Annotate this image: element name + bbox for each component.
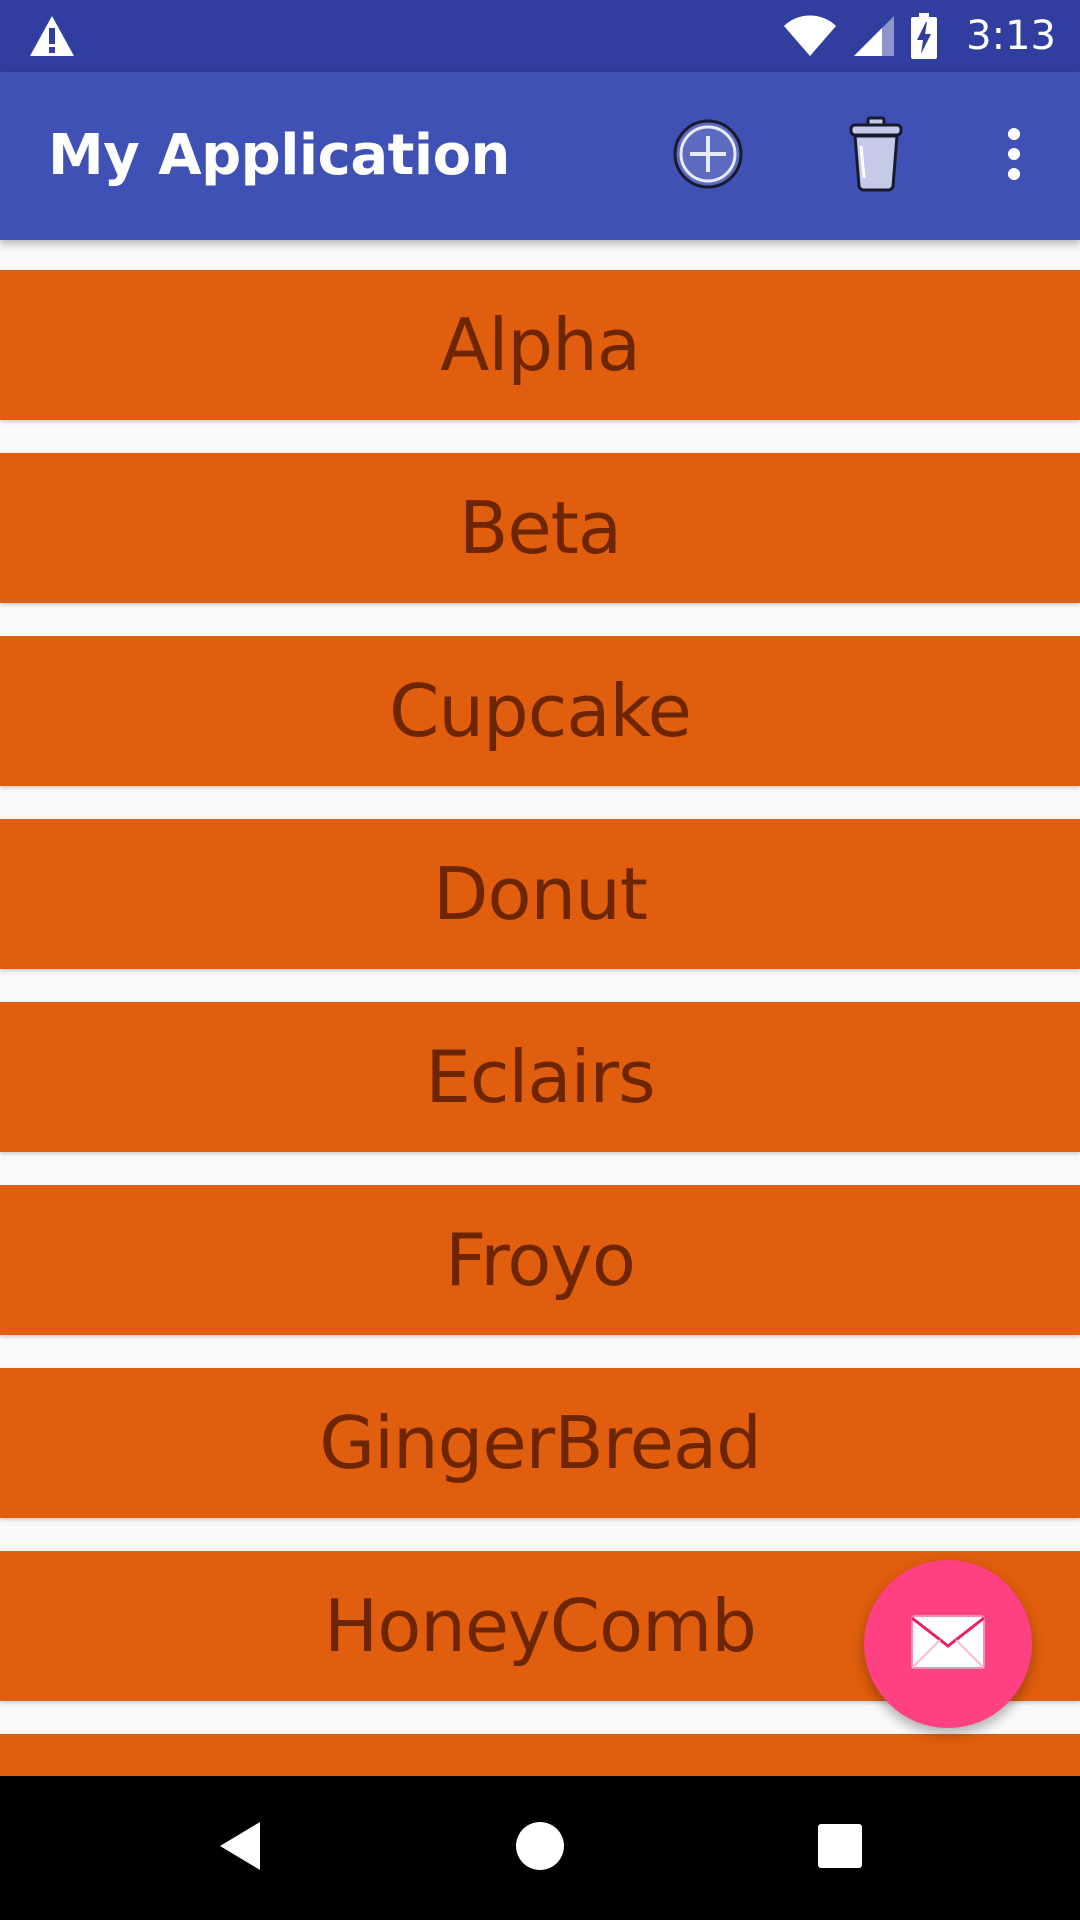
back-icon [216,1820,264,1876]
status-icons: 3:13 [782,0,1056,72]
list-item-label: Beta [458,486,622,570]
list-item[interactable]: Eclairs [0,1002,1080,1152]
back-button[interactable] [190,1798,290,1898]
mail-icon [910,1614,986,1674]
list-item-label: Froyo [445,1218,636,1302]
list-item[interactable]: Donut [0,819,1080,969]
warning-icon [28,14,76,58]
list-item[interactable]: GingerBread [0,1368,1080,1518]
app-title: My Application [48,123,510,188]
app-bar: My Application [0,72,1080,240]
list-item[interactable]: Cupcake [0,636,1080,786]
recents-icon [817,1823,863,1873]
home-icon [514,1820,566,1876]
status-bar: 3:13 [0,0,1080,72]
battery-charging-icon [910,13,938,59]
overflow-menu-button[interactable] [964,106,1064,206]
list-item-label: HoneyComb [324,1584,757,1668]
more-vert-icon [1004,126,1024,186]
add-button[interactable] [658,106,758,206]
compose-mail-fab[interactable] [864,1560,1032,1728]
list-item[interactable]: Alpha [0,270,1080,420]
wifi-icon [782,14,838,58]
item-list[interactable]: Alpha Beta Cupcake Donut Eclairs Froyo G… [0,240,1080,1776]
list-item[interactable] [0,1734,1080,1776]
add-circle-icon [672,118,744,194]
list-item[interactable]: Beta [0,453,1080,603]
recents-button[interactable] [790,1798,890,1898]
cellular-signal-icon [852,14,896,58]
list-item-label: GingerBread [319,1401,762,1485]
list-item[interactable]: Froyo [0,1185,1080,1335]
list-item-label: Alpha [440,303,641,387]
trash-icon [848,116,904,196]
status-time: 3:13 [966,13,1056,59]
home-button[interactable] [490,1798,590,1898]
navigation-bar [0,1776,1080,1920]
list-item-label: Donut [433,852,648,936]
list-item-label: Cupcake [389,669,692,753]
list-item-label: Eclairs [425,1035,655,1119]
delete-button[interactable] [826,106,926,206]
